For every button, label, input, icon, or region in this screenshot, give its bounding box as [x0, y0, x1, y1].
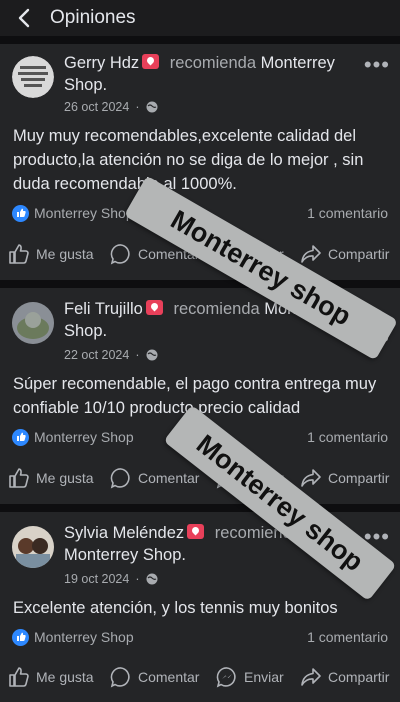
post-date[interactable]: 26 oct 2024 [64, 100, 129, 114]
author-name[interactable]: Feli Trujillo [64, 300, 143, 318]
more-options-icon[interactable]: ••• [364, 526, 390, 548]
comment-bubble-icon [110, 244, 130, 265]
like-label: Me gusta [36, 246, 94, 262]
thumbs-up-icon [9, 468, 29, 488]
separator [0, 36, 400, 44]
comment-button[interactable]: Comentar [110, 666, 199, 688]
review-text: Muy muy recomendables,excelente calidad … [13, 127, 364, 193]
thumbs-up-icon [9, 667, 29, 687]
post-date[interactable]: 19 oct 2024 [64, 572, 129, 586]
recommends-label: recomienda [169, 54, 256, 72]
share-button[interactable]: Compartir [300, 666, 389, 688]
like-reaction-icon [12, 428, 29, 446]
like-label: Me gusta [36, 470, 94, 486]
share-label: Compartir [328, 246, 390, 262]
back-arrow-icon[interactable] [12, 6, 36, 30]
messenger-icon [216, 667, 236, 688]
like-button[interactable]: Me gusta [8, 666, 94, 688]
like-reaction-icon [12, 628, 29, 646]
review-text: Excelente atención, y los tennis muy bon… [13, 599, 338, 617]
send-label: Enviar [244, 669, 284, 685]
action-bar: Me gusta Comentar Enviar Compartir [0, 662, 400, 692]
share-arrow-icon [301, 668, 321, 686]
share-label: Compartir [328, 669, 390, 685]
separator [0, 504, 400, 512]
post-date[interactable]: 22 oct 2024 [64, 348, 129, 362]
thumbs-up-icon [9, 244, 29, 264]
comment-count[interactable]: 1 comentario [307, 629, 388, 645]
author-name[interactable]: Sylvia Meléndez [64, 524, 184, 542]
globe-icon [146, 101, 158, 113]
comment-bubble-icon [110, 468, 130, 489]
comment-label: Comentar [138, 669, 200, 685]
recommend-badge-icon [187, 524, 205, 539]
reactions-row: Monterrey Shop 1 comentario [12, 626, 388, 648]
reaction-name[interactable]: Monterrey Shop [34, 429, 134, 445]
share-arrow-icon [301, 469, 321, 487]
post-meta: 19 oct 2024 · [64, 572, 158, 586]
page-title: Opiniones [50, 7, 136, 28]
reaction-name[interactable]: Monterrey Shop [34, 629, 134, 645]
share-button[interactable]: Compartir [300, 467, 389, 489]
recommend-badge-icon [145, 300, 163, 315]
comment-count[interactable]: 1 comentario [307, 429, 388, 445]
share-arrow-icon [301, 245, 321, 263]
post-meta: 22 oct 2024 · [64, 348, 158, 362]
reaction-name[interactable]: Monterrey Shop [34, 205, 134, 221]
comment-count[interactable]: 1 comentario [307, 205, 388, 221]
post-meta: 26 oct 2024 · [64, 100, 158, 114]
avatar[interactable] [12, 302, 54, 344]
globe-icon [146, 349, 158, 361]
author-name[interactable]: Gerry Hdz [64, 54, 139, 72]
comment-label: Comentar [138, 470, 200, 486]
share-label: Compartir [328, 470, 390, 486]
like-button[interactable]: Me gusta [8, 467, 94, 489]
share-button[interactable]: Compartir [300, 243, 389, 265]
top-bar: Opiniones [0, 0, 400, 36]
like-reaction-icon [12, 204, 29, 222]
post-header-text: Gerry Hdz recomienda Monterrey Shop. [64, 54, 335, 94]
more-options-icon[interactable]: ••• [364, 54, 390, 76]
avatar[interactable] [12, 526, 54, 568]
send-button[interactable]: Enviar [216, 666, 284, 688]
recommend-badge-icon [142, 54, 160, 69]
page-name[interactable]: Monterrey Shop [64, 546, 181, 564]
comment-bubble-icon [110, 667, 130, 688]
recommends-label: recomienda [173, 300, 260, 318]
like-button[interactable]: Me gusta [8, 243, 94, 265]
like-label: Me gusta [36, 669, 94, 685]
avatar[interactable] [12, 56, 54, 98]
comment-button[interactable]: Comentar [110, 467, 199, 489]
globe-icon [146, 573, 158, 585]
